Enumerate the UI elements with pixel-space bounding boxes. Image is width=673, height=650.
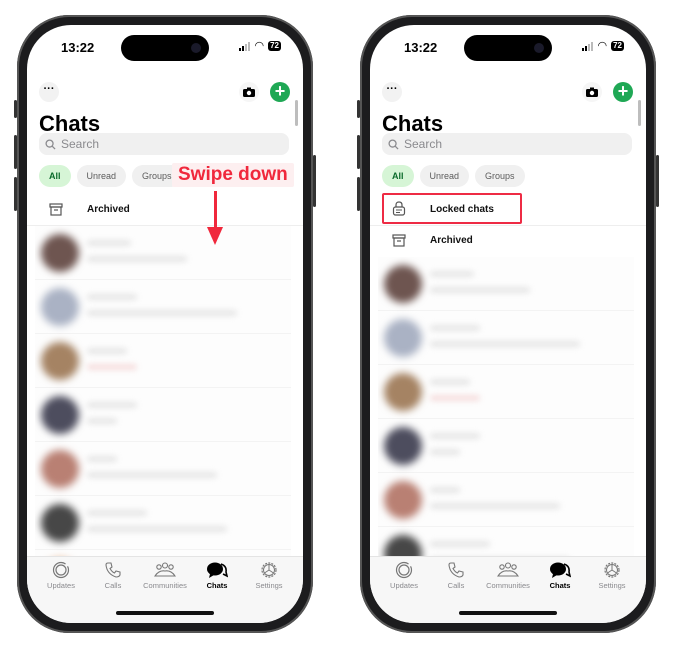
tab-communities[interactable]: Communities — [139, 561, 191, 590]
dynamic-island — [121, 35, 209, 61]
tab-chats[interactable]: Chats — [191, 561, 243, 590]
signal-icon — [239, 41, 251, 51]
filter-unread[interactable]: Unread — [419, 165, 470, 187]
status-icons: ◠ 72 — [582, 39, 624, 52]
settings-icon — [604, 562, 620, 578]
tab-bar: Updates Calls Communities Chats Settings — [27, 556, 303, 623]
chat-item[interactable] — [378, 419, 634, 473]
more-options-button[interactable]: ··· — [382, 82, 402, 102]
camera-icon — [586, 87, 598, 97]
tab-bar: Updates Calls Communities Chats Settings — [370, 556, 646, 623]
filter-pills: All Unread Groups — [39, 165, 182, 187]
more-options-button[interactable]: ··· — [39, 82, 59, 102]
tab-updates[interactable]: Updates — [35, 561, 87, 590]
chat-item[interactable] — [35, 334, 291, 388]
tab-communities[interactable]: Communities — [482, 561, 534, 590]
power-button — [656, 155, 659, 207]
settings-icon — [261, 562, 277, 578]
tab-chats[interactable]: Chats — [534, 561, 586, 590]
battery-icon: 72 — [268, 41, 281, 51]
chat-item[interactable] — [35, 388, 291, 442]
search-input[interactable]: Search — [39, 133, 289, 155]
chat-item[interactable] — [35, 442, 291, 496]
filter-pills: All Unread Groups — [382, 165, 525, 187]
tab-calls[interactable]: Calls — [430, 561, 482, 590]
search-icon — [45, 138, 56, 150]
chat-item[interactable] — [35, 496, 291, 550]
volume-up-button — [357, 135, 360, 169]
volume-down-button — [357, 177, 360, 211]
archived-label: Archived — [430, 234, 473, 246]
chat-item[interactable] — [35, 280, 291, 334]
volume-up-button — [14, 135, 17, 169]
archived-label: Archived — [87, 203, 130, 215]
chat-list-blurred[interactable] — [35, 226, 291, 565]
action-button — [357, 100, 360, 118]
archive-icon — [37, 202, 75, 216]
filter-groups[interactable]: Groups — [475, 165, 525, 187]
phone-icon — [105, 562, 121, 578]
status-icons: ◠ 72 — [239, 39, 281, 52]
screen: 13:22 ◠ 72 ··· + Chats Search All Unread… — [27, 25, 303, 623]
search-icon — [388, 138, 399, 150]
tab-updates[interactable]: Updates — [378, 561, 430, 590]
chat-item[interactable] — [378, 311, 634, 365]
camera-button[interactable] — [582, 82, 602, 102]
communities-icon — [496, 562, 520, 577]
updates-icon — [395, 561, 413, 579]
phone-before: 13:22 ◠ 72 ··· + Chats Search All Unread… — [14, 15, 316, 633]
home-indicator[interactable] — [459, 611, 557, 615]
search-placeholder: Search — [61, 137, 100, 151]
tab-settings[interactable]: Settings — [243, 561, 295, 590]
chat-item[interactable] — [378, 365, 634, 419]
new-chat-button[interactable]: + — [270, 82, 290, 102]
filter-unread[interactable]: Unread — [76, 165, 127, 187]
dynamic-island — [464, 35, 552, 61]
search-placeholder: Search — [404, 137, 443, 151]
swipe-arrow-down-icon — [207, 227, 223, 245]
search-input[interactable]: Search — [382, 133, 632, 155]
updates-icon — [52, 561, 70, 579]
screen: 13:22 ◠ 72 ··· + Chats Search All Unread… — [370, 25, 646, 623]
tab-calls[interactable]: Calls — [87, 561, 139, 590]
chat-item[interactable] — [378, 473, 634, 527]
filter-all[interactable]: All — [39, 165, 71, 187]
camera-button[interactable] — [239, 82, 259, 102]
swipe-down-annotation: Swipe down — [172, 163, 294, 187]
wifi-icon: ◠ — [254, 39, 265, 52]
new-chat-button[interactable]: + — [613, 82, 633, 102]
status-time: 13:22 — [404, 40, 438, 55]
wifi-icon: ◠ — [597, 39, 608, 52]
home-indicator[interactable] — [116, 611, 214, 615]
swipe-arrow-shaft — [214, 191, 217, 229]
chat-item[interactable] — [378, 257, 634, 311]
chats-icon — [550, 562, 571, 578]
locked-chats-highlight-box — [382, 193, 522, 224]
scrollbar[interactable] — [638, 100, 641, 126]
archive-icon — [380, 233, 418, 247]
signal-icon — [582, 41, 594, 51]
power-button — [313, 155, 316, 207]
chats-icon — [207, 562, 228, 578]
phone-after: 13:22 ◠ 72 ··· + Chats Search All Unread… — [357, 15, 659, 633]
communities-icon — [153, 562, 177, 577]
tab-settings[interactable]: Settings — [586, 561, 638, 590]
chat-list-blurred[interactable] — [378, 257, 634, 565]
camera-icon — [243, 87, 255, 97]
filter-all[interactable]: All — [382, 165, 414, 187]
volume-down-button — [14, 177, 17, 211]
archived-row[interactable]: Archived — [37, 194, 303, 224]
chat-item[interactable] — [35, 226, 291, 280]
phone-icon — [448, 562, 464, 578]
status-time: 13:22 — [61, 40, 95, 55]
action-button — [14, 100, 17, 118]
scrollbar[interactable] — [295, 100, 298, 126]
archived-row[interactable]: Archived — [380, 225, 646, 255]
battery-icon: 72 — [611, 41, 624, 51]
